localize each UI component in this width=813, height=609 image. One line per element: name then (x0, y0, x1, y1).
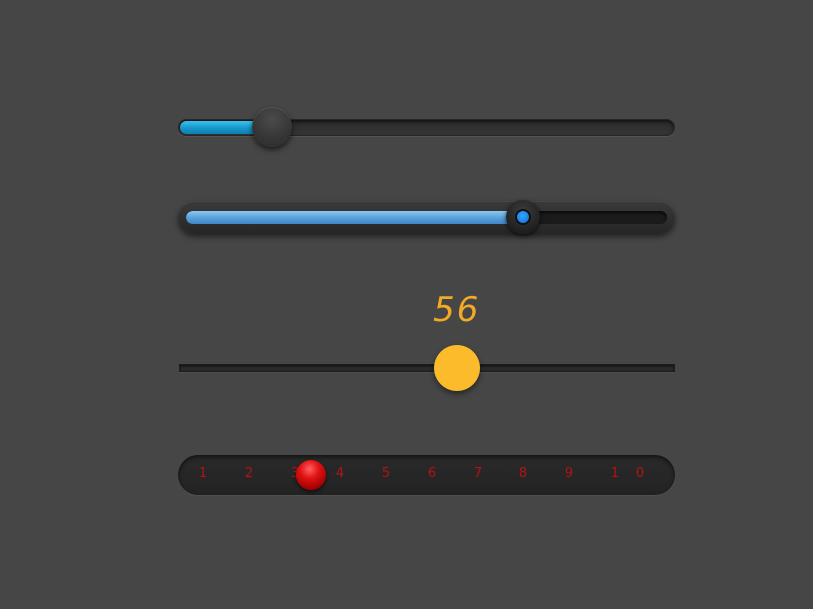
slider-4-tick-label: 1 (198, 466, 208, 481)
slider-4-knob[interactable] (295, 460, 326, 490)
slider-4-tick-label: 4 (335, 466, 345, 481)
slider-4-tick-label: 5 (381, 466, 391, 481)
slider-3-knob[interactable] (433, 345, 480, 391)
slider-3-track[interactable] (179, 364, 675, 372)
slider-4-tick-label: 1 (610, 466, 620, 481)
slider-4-tick-label: 7 (473, 466, 483, 481)
slider-3-value-label: 56 (433, 290, 481, 330)
slider-2-knob-indicator (514, 209, 531, 225)
slider-2-track[interactable] (186, 211, 667, 224)
slider-4-tick-label: 6 (427, 466, 437, 481)
slider-2-knob[interactable] (505, 200, 540, 234)
slider-4-tick-label: 8 (518, 466, 528, 481)
slider-4-tick-label: 2 (244, 466, 254, 481)
slider-2-frame (178, 201, 675, 234)
slider-2-fill (186, 211, 523, 224)
slider-4-tick-label: 9 (564, 466, 574, 481)
slider-1-knob[interactable] (252, 107, 293, 147)
slider-4-tick-label: 0 (635, 466, 645, 481)
